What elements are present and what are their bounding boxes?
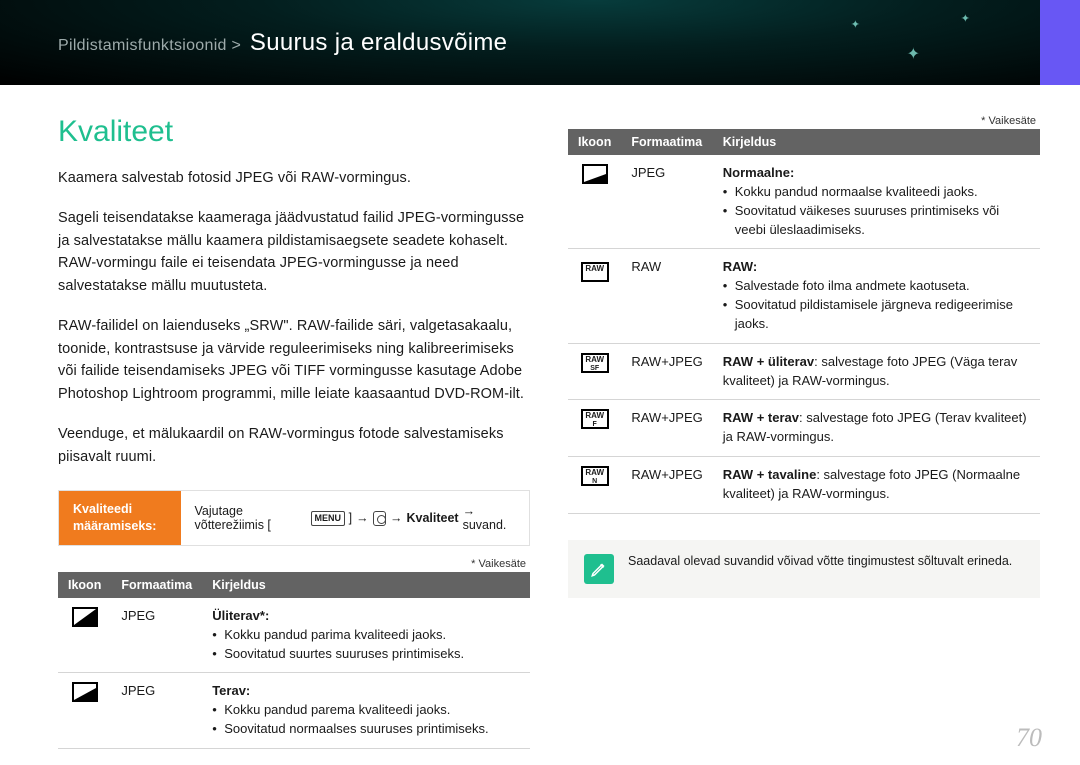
- quality-table-right: Ikoon Formaatima Kirjeldus JPEG Normaaln…: [568, 129, 1040, 514]
- right-column: * Vaikesäte Ikoon Formaatima Kirjeldus J…: [568, 115, 1040, 749]
- page-number: 70: [1016, 723, 1042, 753]
- quality-fine-icon: [72, 682, 98, 702]
- th-format: Formaatima: [111, 572, 202, 598]
- table-row: JPEG Terav: Kokku pandud parema kvalitee…: [58, 673, 530, 749]
- note-box: Saadaval olevad suvandid võivad võtte ti…: [568, 540, 1040, 598]
- heading: Kvaliteet: [58, 115, 530, 149]
- table-row: RAWF RAW+JPEG RAW + terav: salvestage fo…: [568, 400, 1040, 457]
- th-desc: Kirjeldus: [713, 129, 1040, 155]
- quality-superfine-icon: [72, 607, 98, 627]
- header-accent: [1040, 0, 1080, 85]
- table-row: RAWN RAW+JPEG RAW + tavaline: salvestage…: [568, 457, 1040, 514]
- menu-icon: MENU: [311, 511, 345, 526]
- paragraph: Kaamera salvestab fotosid JPEG või RAW-v…: [58, 167, 530, 189]
- table-row: RAWSF RAW+JPEG RAW + üliterav: salvestag…: [568, 343, 1040, 400]
- th-format: Formaatima: [621, 129, 712, 155]
- page-title: Suurus ja eraldusvõime: [250, 29, 507, 56]
- table-row: RAW RAW RAW: Salvestade foto ilma andmet…: [568, 249, 1040, 343]
- raw-icon: RAW: [581, 262, 609, 282]
- default-note: * Vaikesäte: [568, 115, 1036, 127]
- default-note: * Vaikesäte: [58, 558, 526, 570]
- th-desc: Kirjeldus: [202, 572, 530, 598]
- th-icon: Ikoon: [58, 572, 111, 598]
- camera-icon: [373, 511, 386, 526]
- setting-instruction: Vajutage võtterežiimis [ MENU ] → → Kval…: [181, 491, 530, 545]
- left-column: Kvaliteet Kaamera salvestab fotosid JPEG…: [58, 115, 530, 749]
- pen-icon: [584, 554, 614, 584]
- page-header: ✦ ✦ ✦ Pildistamisfunktsioonid > Suurus j…: [0, 0, 1080, 85]
- raw-f-icon: RAWF: [581, 409, 609, 429]
- table-row: JPEG Üliterav*: Kokku pandud parima kval…: [58, 598, 530, 673]
- th-icon: Ikoon: [568, 129, 621, 155]
- raw-sf-icon: RAWSF: [581, 353, 609, 373]
- note-text: Saadaval olevad suvandid võivad võtte ti…: [628, 554, 1012, 568]
- paragraph: RAW-failidel on laienduseks „SRW". RAW-f…: [58, 315, 530, 405]
- setting-box: Kvaliteedi määramiseks: Vajutage võttere…: [58, 490, 530, 546]
- setting-label: Kvaliteedi määramiseks:: [59, 491, 181, 545]
- raw-n-icon: RAWN: [581, 466, 609, 486]
- quality-normal-icon: [582, 164, 608, 184]
- paragraph: Sageli teisendatakse kaameraga jäädvusta…: [58, 207, 530, 297]
- paragraph: Veenduge, et mälukaardil on RAW-vormingu…: [58, 423, 530, 468]
- quality-table-left: Ikoon Formaatima Kirjeldus JPEG Üliterav…: [58, 572, 530, 749]
- table-row: JPEG Normaalne: Kokku pandud normaalse k…: [568, 155, 1040, 249]
- breadcrumb: Pildistamisfunktsioonid > Suurus ja eral…: [58, 29, 507, 57]
- breadcrumb-section: Pildistamisfunktsioonid >: [58, 37, 241, 54]
